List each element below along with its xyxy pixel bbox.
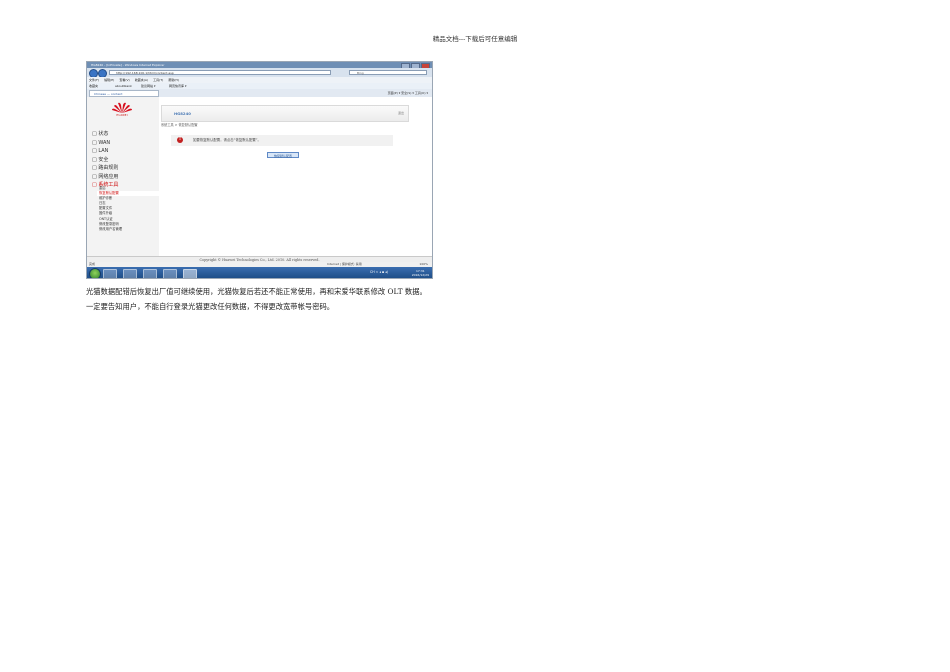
start-button[interactable]	[89, 267, 101, 278]
model-header: HG8240 退出	[161, 105, 409, 122]
clock[interactable]: 17:31 2016/12/29	[412, 269, 429, 277]
breadcrumb: 系统工具 > 恢复默认配置	[161, 123, 198, 127]
address-bar[interactable]: http://192.168.100.1/html/content.asp	[109, 70, 331, 75]
nav-item-lan[interactable]: □ LAN	[92, 147, 158, 156]
subnav-user-management[interactable]: 修改用户名管理	[99, 227, 159, 232]
router-nav: □ 状态 □ WAN □ LAN □ 安全 □ 路由规则 □ 网络应用 □ 系统…	[92, 130, 158, 190]
taskbar-app-icon[interactable]	[163, 268, 177, 278]
caption-line-1: 光猫数据配错后恢复出厂值可继续使用，光猫恢复后若还不能正常使用，再和宋爱华联系修…	[86, 287, 427, 296]
router-sidebar: HUAWEI □ 状态 □ WAN □ LAN □ 安全 □ 路由规则 □ 网络…	[87, 97, 160, 256]
search-input[interactable]: Bing	[349, 70, 427, 75]
taskbar-app-icon[interactable]	[143, 268, 157, 278]
caption-line-2: 一定要告知用户，不能自行登录光猫更改任何数据，不得更改宽带帐号密码。	[86, 302, 335, 311]
huawei-logo-icon	[112, 102, 132, 113]
nav-item-network-apps[interactable]: □ 网络应用	[92, 173, 158, 182]
brand-name: HUAWEI	[116, 114, 128, 117]
nav-item-status[interactable]: □ 状态	[92, 130, 158, 139]
router-main: HG8240 退出 系统工具 > 恢复默认配置 ! 如要恢复默认配置，请点击“恢…	[159, 97, 432, 256]
taskbar-app-icon[interactable]	[123, 268, 137, 278]
restore-defaults-button[interactable]: 恢复默认配置	[267, 152, 299, 158]
document-header: 精品文档---下载后可任意编辑	[432, 35, 518, 43]
nav-item-security[interactable]: □ 安全	[92, 156, 158, 165]
clock-date: 2016/12/29	[411, 272, 429, 277]
huawei-logo: HUAWEI	[111, 102, 133, 118]
logout-link[interactable]: 退出	[398, 106, 404, 121]
taskbar: CH ≈ ◂ ▪ ◂) 17:31 2016/12/29	[87, 267, 432, 278]
address-row: http://192.168.100.1/html/content.asp Bi…	[87, 68, 432, 78]
model-name: HG8240	[174, 111, 191, 116]
browser-tab[interactable]: Chinese — content	[89, 90, 159, 97]
nav-item-routing[interactable]: □ 路由规则	[92, 164, 158, 173]
router-screenshot: HG8240 - [InPrivate] - Windows Internet …	[86, 61, 433, 279]
router-subnav: 重启 恢复默认配置 维护诊断 日志 配置文件 固件升级 ONT认证 修改登录密码…	[97, 186, 159, 232]
nav-item-wan[interactable]: □ WAN	[92, 139, 158, 148]
taskbar-app-icon[interactable]	[103, 268, 117, 278]
taskbar-app-icon[interactable]	[183, 268, 197, 278]
notice-text: 如要恢复默认配置，请点击“恢复默认配置”。	[193, 138, 261, 142]
system-tray-icons[interactable]: CH ≈ ◂ ▪ ◂)	[370, 267, 388, 278]
warning-icon: !	[177, 137, 183, 143]
command-bar[interactable]: 页面(P) ▾ 安全(S) ▾ 工具(O) ▾	[388, 90, 428, 97]
notice-box: ! 如要恢复默认配置，请点击“恢复默认配置”。	[171, 135, 393, 146]
